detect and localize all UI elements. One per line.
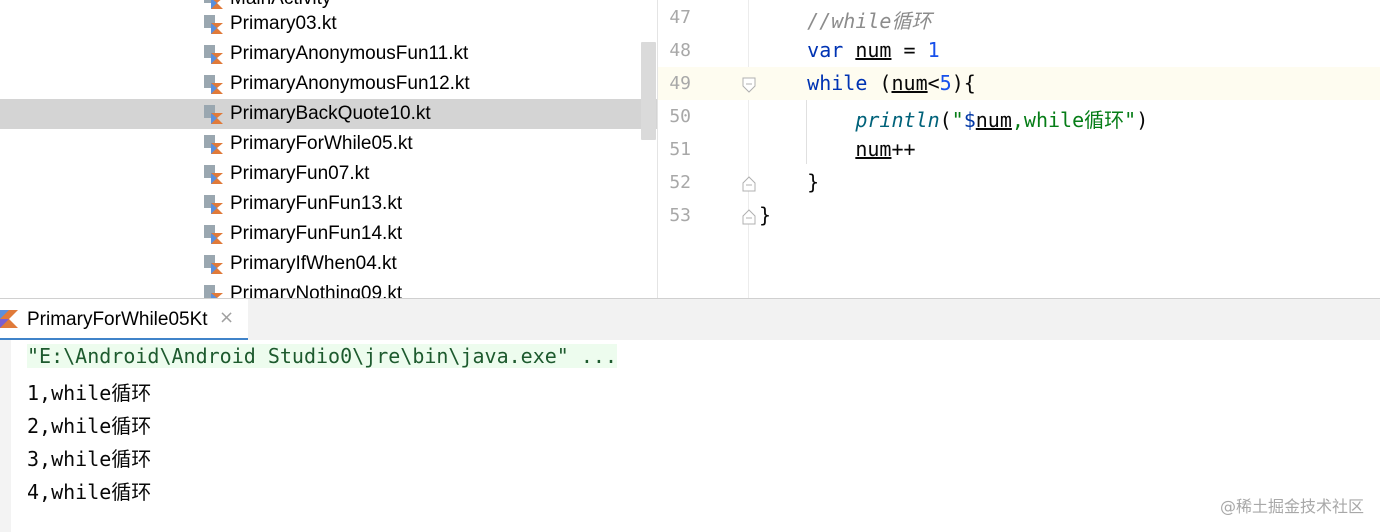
kotlin-file-icon: [204, 15, 223, 34]
tree-item-label: PrimaryAnonymousFun11.kt: [230, 43, 469, 64]
kotlin-file-icon: [204, 75, 223, 94]
code-keyword: while: [807, 71, 868, 95]
tree-item-label: PrimaryForWhile05.kt: [230, 133, 413, 154]
console-gutter: [0, 340, 11, 532]
code-text: //while循环: [759, 5, 931, 34]
kotlin-icon: [0, 310, 18, 328]
kotlin-file-icon: [204, 135, 223, 154]
code-comment: //while循环: [807, 9, 932, 33]
tree-item[interactable]: Primary03.kt: [0, 9, 657, 39]
console-output-line: 4,while循环: [27, 480, 152, 504]
close-icon[interactable]: ×: [219, 307, 234, 328]
code-function: println: [855, 108, 940, 132]
tree-item-label: PrimaryNothing09.kt: [230, 283, 403, 298]
code-text: }: [759, 203, 771, 227]
line-number: 48: [669, 40, 691, 61]
kotlin-file-icon: [204, 165, 223, 184]
tree-item[interactable]: PrimaryFunFun13.kt: [0, 189, 657, 219]
code-variable: num: [891, 71, 928, 95]
kotlin-file-icon: [204, 45, 223, 64]
kotlin-file-icon: [204, 105, 223, 124]
code-line[interactable]: 52 }: [658, 166, 1380, 199]
code-line[interactable]: 50 println("$num,while循环"): [658, 100, 1380, 133]
tree-item[interactable]: PrimaryIfWhen04.kt: [0, 249, 657, 279]
code-text: println("$num,while循环"): [759, 104, 1148, 133]
tree-item[interactable]: PrimaryForWhile05.kt: [0, 129, 657, 159]
code-template-sign: $: [963, 108, 976, 132]
tree-scrollbar-thumb[interactable]: [641, 42, 656, 140]
tree-item-label: PrimaryFunFun14.kt: [230, 223, 403, 244]
code-line[interactable]: 47 //while循环: [658, 1, 1380, 34]
code-line[interactable]: 48 var num = 1: [658, 34, 1380, 67]
tree-item-label: PrimaryBackQuote10.kt: [230, 103, 431, 124]
code-line[interactable]: 51 num++: [658, 133, 1380, 166]
run-tab[interactable]: PrimaryForWhile05Kt ×: [0, 299, 248, 341]
code-string: ,while循环": [1011, 108, 1137, 132]
line-number: 47: [669, 7, 691, 28]
console-output-line: 3,while循环: [27, 447, 152, 471]
tree-item[interactable]: PrimaryAnonymousFun11.kt: [0, 39, 657, 69]
code-operator: <: [927, 71, 940, 95]
tree-item-label: PrimaryFunFun13.kt: [230, 193, 403, 214]
kotlin-file-icon: [204, 285, 223, 298]
code-line[interactable]: 53 }: [658, 199, 1380, 232]
tree-item-label: PrimaryAnonymousFun12.kt: [230, 73, 470, 94]
tree-item[interactable]: PrimaryNothing09.kt: [0, 279, 657, 298]
code-keyword: var: [807, 38, 844, 62]
code-operator: =: [891, 38, 928, 62]
code-text: var num = 1: [759, 38, 940, 62]
code-number: 1: [927, 38, 940, 62]
line-number: 52: [669, 172, 691, 193]
kotlin-file-icon: [204, 195, 223, 214]
code-number: 5: [939, 71, 952, 95]
kotlin-file-icon: [204, 255, 223, 274]
line-number: 51: [669, 139, 691, 160]
fold-close-icon[interactable]: [742, 209, 756, 225]
tree-item-label: Primary03.kt: [230, 13, 337, 34]
fold-close-icon[interactable]: [742, 176, 756, 192]
tree-item-label: PrimaryFun07.kt: [230, 163, 370, 184]
project-tree: MainActivity Primary03.kt PrimaryAnonymo…: [0, 0, 657, 298]
code-text: num++: [759, 137, 916, 161]
watermark: @稀土掘金技术社区: [1219, 497, 1364, 516]
fold-open-icon[interactable]: [742, 77, 756, 93]
code-operator: ++: [891, 137, 916, 161]
tree-item[interactable]: PrimaryFunFun14.kt: [0, 219, 657, 249]
code-paren: ): [1136, 108, 1149, 132]
tree-item[interactable]: PrimaryFun07.kt: [0, 159, 657, 189]
code-paren: (: [867, 71, 892, 95]
run-tab-bar: PrimaryForWhile05Kt ×: [0, 298, 1380, 341]
line-number: 53: [669, 205, 691, 226]
kotlin-file-icon: [204, 0, 223, 9]
console-output-line: 2,while循环: [27, 414, 152, 438]
code-variable: num: [975, 108, 1012, 132]
tree-item-selected[interactable]: PrimaryBackQuote10.kt: [0, 99, 657, 129]
run-tab-label: PrimaryForWhile05Kt: [27, 309, 208, 330]
code-text: }: [759, 170, 819, 194]
kotlin-file-icon: [204, 225, 223, 244]
code-editor[interactable]: 47 //while循环 48 var num = 1 49 while (nu…: [657, 0, 1380, 298]
code-variable: num: [855, 137, 892, 161]
console-command-line: "E:\Android\Android Studio0\jre\bin\java…: [27, 344, 618, 368]
line-number: 50: [669, 106, 691, 127]
indent-guide: [806, 100, 807, 164]
code-line-current[interactable]: 49 while (num<5){: [658, 67, 1380, 100]
code-brace: }: [807, 170, 820, 194]
code-paren: (: [939, 108, 952, 132]
code-brace: }: [759, 203, 772, 227]
tree-item-label: PrimaryIfWhen04.kt: [230, 253, 397, 274]
line-number: 49: [669, 73, 691, 94]
code-variable: num: [855, 38, 892, 62]
run-console[interactable]: "E:\Android\Android Studio0\jre\bin\java…: [0, 340, 1380, 532]
tree-item[interactable]: PrimaryAnonymousFun12.kt: [0, 69, 657, 99]
code-string: ": [951, 108, 964, 132]
code-paren: ){: [951, 71, 976, 95]
console-output-line: 1,while循环: [27, 381, 152, 405]
code-text: while (num<5){: [759, 71, 976, 95]
